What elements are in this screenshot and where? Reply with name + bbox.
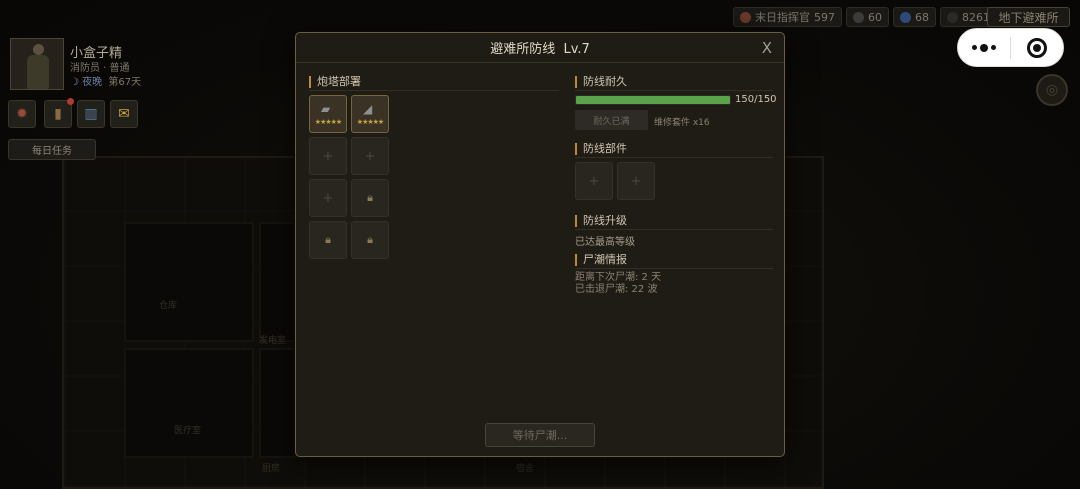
wait-horde-label: 等待尸潮... bbox=[512, 429, 568, 442]
resource-value: 597 bbox=[814, 10, 835, 24]
plus-icon: + bbox=[322, 190, 334, 206]
repair-kit-count: 维修套件 x16 bbox=[654, 118, 710, 128]
gear-icon: ✹ bbox=[16, 106, 28, 122]
book-icon: ▥ bbox=[84, 106, 98, 122]
player-day: 第67天 bbox=[108, 77, 142, 88]
turret-icon: ▰ bbox=[321, 102, 331, 116]
compass-icon[interactable]: ◎ bbox=[1036, 74, 1068, 106]
resource-value: 68 bbox=[915, 10, 929, 24]
turret-slot-locked: 🔒︎ bbox=[351, 179, 389, 217]
section-divider bbox=[575, 268, 773, 269]
journal-button[interactable]: ▮ bbox=[44, 98, 74, 128]
resource-coin[interactable]: 60 bbox=[846, 7, 889, 27]
turret-slot-empty[interactable]: + bbox=[309, 179, 347, 217]
part-slot-empty[interactable]: + bbox=[575, 162, 613, 200]
turret-slot-locked: 🔒︎ bbox=[351, 221, 389, 259]
more-dots-icon bbox=[972, 43, 996, 52]
miniprogram-capsule bbox=[957, 28, 1064, 67]
shelter-label: 地下避难所 bbox=[998, 10, 1059, 25]
horde-repelled: 已击退尸潮: 22 波 bbox=[575, 284, 658, 295]
dialog-level: Lv.7 bbox=[563, 42, 590, 57]
codex-button[interactable]: ▥ bbox=[77, 100, 105, 128]
resource-bar: 末日指挥官 597 60 68 8261 bbox=[733, 7, 997, 27]
lock-icon: 🔒︎ bbox=[325, 233, 331, 246]
durability-section-title: 防线耐久 bbox=[575, 76, 627, 88]
section-divider bbox=[575, 229, 773, 230]
shelter-button[interactable]: 地下避难所 bbox=[987, 7, 1070, 27]
gem-icon bbox=[900, 11, 911, 23]
notification-badge bbox=[67, 98, 74, 105]
daily-task-button[interactable]: 每日任务 bbox=[8, 139, 96, 160]
turret-slot-empty[interactable]: + bbox=[309, 137, 347, 175]
lock-icon: 🔒︎ bbox=[367, 191, 373, 204]
resource-label: 末日指挥官 bbox=[755, 11, 810, 24]
defense-line-dialog: 避难所防线 Lv.7 X 炮塔部署 ▰ ★★★★★ ◢ ★★★★★ + + + … bbox=[295, 32, 785, 457]
plus-icon: + bbox=[322, 148, 334, 164]
resource-value: 60 bbox=[868, 10, 882, 24]
turret-slot[interactable]: ◢ ★★★★★ bbox=[351, 95, 389, 133]
resource-value: 8261 bbox=[962, 10, 990, 24]
parts-section-title: 防线部件 bbox=[575, 143, 627, 155]
moon-icon: ☽ bbox=[70, 77, 79, 88]
player-time: ☽ 夜晚 第67天 bbox=[70, 73, 141, 88]
upgrade-status: 已达最高等级 bbox=[575, 237, 635, 248]
turret-slot[interactable]: ▰ ★★★★★ bbox=[309, 95, 347, 133]
plus-icon: + bbox=[588, 173, 600, 189]
section-divider bbox=[309, 90, 559, 91]
plus-icon: + bbox=[364, 148, 376, 164]
mail-button[interactable]: ✉ bbox=[110, 100, 138, 128]
horde-section-title: 尸潮情报 bbox=[575, 254, 627, 266]
wait-horde-button[interactable]: 等待尸潮... bbox=[485, 423, 595, 447]
close-icon[interactable]: X bbox=[762, 39, 772, 57]
horde-next: 距离下次尸潮: 2 天 bbox=[575, 272, 662, 283]
turret-icon: ◢ bbox=[363, 102, 373, 116]
player-phase: 夜晚 bbox=[82, 77, 103, 88]
turret-slot-empty[interactable]: + bbox=[351, 137, 389, 175]
avatar-body bbox=[27, 55, 49, 89]
plus-icon: + bbox=[630, 173, 642, 189]
durability-fill bbox=[576, 96, 730, 104]
turret-section-title: 炮塔部署 bbox=[309, 76, 361, 88]
resource-commander[interactable]: 末日指挥官 597 bbox=[733, 7, 842, 27]
part-slot-empty[interactable]: + bbox=[617, 162, 655, 200]
exit-ring-icon bbox=[1027, 37, 1047, 58]
dialog-title: 避难所防线 Lv.7 bbox=[490, 38, 590, 57]
durability-text: 150/150 bbox=[735, 94, 777, 105]
mail-icon: ✉ bbox=[118, 106, 130, 122]
more-button[interactable] bbox=[958, 29, 1010, 66]
turret-slot-locked: 🔒︎ bbox=[309, 221, 347, 259]
exit-button[interactable] bbox=[1011, 29, 1063, 66]
repair-button-label: 耐久已满 bbox=[593, 116, 630, 127]
upgrade-section-title: 防线升级 bbox=[575, 215, 627, 227]
settings-button[interactable]: ✹ bbox=[8, 100, 36, 128]
avatar-head bbox=[33, 44, 44, 55]
resource-gem[interactable]: 68 bbox=[893, 7, 936, 27]
daily-task-label: 每日任务 bbox=[32, 146, 72, 157]
section-divider bbox=[575, 90, 773, 91]
supply-icon bbox=[947, 11, 958, 23]
section-divider bbox=[575, 157, 773, 158]
lock-icon: 🔒︎ bbox=[367, 233, 373, 246]
durability-bar bbox=[575, 95, 731, 105]
dialog-title-text: 避难所防线 bbox=[490, 42, 556, 57]
coin-icon bbox=[853, 11, 864, 23]
repair-button[interactable]: 耐久已满 bbox=[575, 110, 648, 130]
player-job: 消防员 · 普通 bbox=[70, 63, 130, 74]
turret-stars: ★★★★★ bbox=[314, 118, 342, 126]
commander-icon bbox=[740, 11, 751, 23]
turret-stars: ★★★★★ bbox=[356, 118, 384, 126]
dialog-header: 避难所防线 Lv.7 X bbox=[296, 33, 784, 63]
avatar[interactable] bbox=[10, 38, 64, 90]
notebook-icon: ▮ bbox=[54, 106, 62, 122]
